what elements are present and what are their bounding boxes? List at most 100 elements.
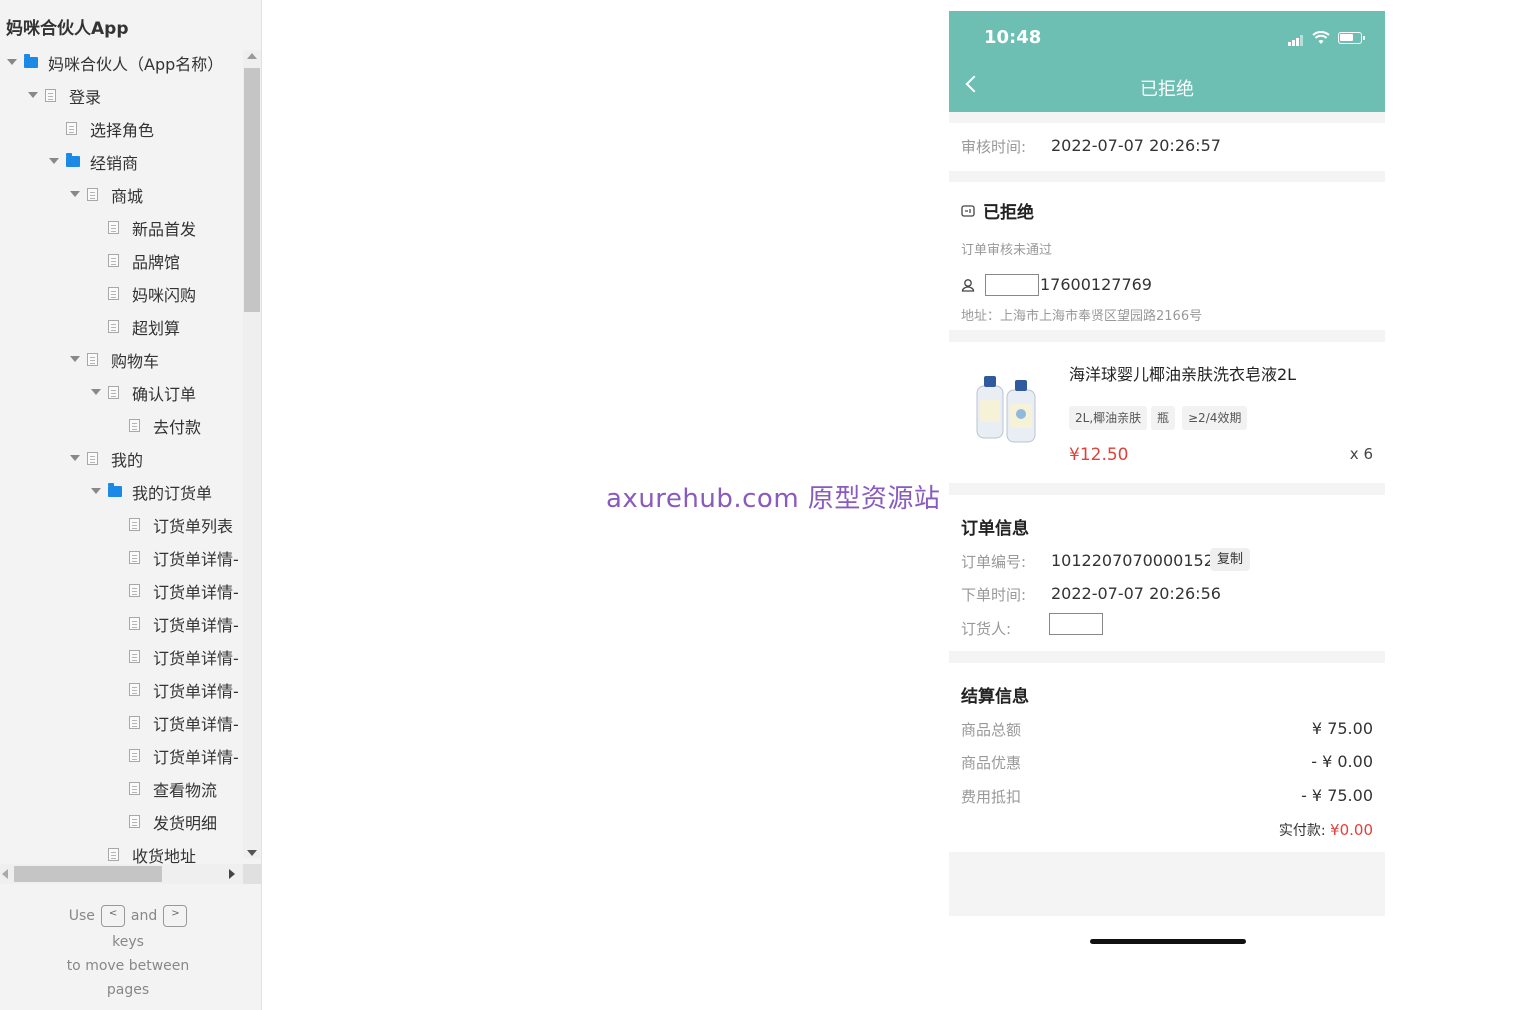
audit-time-card: 审核时间: 2022-07-07 20:26:57 [949,123,1385,171]
expand-caret-icon[interactable] [6,46,18,79]
vertical-scrollbar[interactable] [243,50,261,858]
sitemap-item-label: 我的 [111,450,144,470]
sitemap-item[interactable]: 订货单详情- [111,706,239,739]
product-image [976,376,1036,443]
sitemap-item[interactable]: 订货单详情- [111,673,239,706]
wifi-icon [1312,31,1330,44]
order-info-card: 订单信息 订单编号: 10122070700001528 复制 下单时间: 20… [949,495,1385,651]
sitemap-item[interactable]: 妈咪合伙人（App名称） [6,46,223,79]
sitemap-item-label: 订货单详情- [153,648,239,668]
horizontal-scrollbar[interactable] [0,864,243,884]
battery-icon [1338,32,1365,44]
expand-caret-icon[interactable] [27,79,39,112]
page-icon [129,419,140,432]
page-icon [129,584,140,597]
help-line4-text: pages [106,982,150,998]
page-icon [129,716,140,729]
page-icon [108,320,119,333]
sitemap-item[interactable]: 订货单详情- [111,574,239,607]
orderer-field[interactable] [1049,613,1103,635]
paid-label: 实付款: [1278,823,1326,839]
sitemap-item-label: 商城 [111,186,144,206]
recipient-name-field[interactable] [985,274,1039,296]
sitemap-item[interactable]: 发货明细 [111,805,217,838]
sitemap-item-label: 订货单列表 [153,516,234,536]
horizontal-scroll-thumb[interactable] [14,866,162,882]
product-tag-validity: ≥2/4效期 [1182,406,1248,430]
sitemap-tree: 妈咪合伙人（App名称） 登录选择角色经销商商城新品首发 品牌馆 妈咪闪购 超划算购物车… [0,46,243,866]
vertical-scroll-thumb[interactable] [244,68,260,312]
folder-icon [108,483,122,497]
sitemap-item[interactable]: 选择角色 [48,112,154,145]
sitemap-item[interactable]: 购物车 [69,343,159,376]
sitemap-item[interactable]: 去付款 [111,409,201,442]
sitemap-item[interactable]: 订货单详情- [111,541,239,574]
next-key-icon: > [163,905,188,927]
sitemap-item[interactable]: 超划算 [90,310,180,343]
sitemap-item[interactable]: 经销商 [48,145,138,178]
settle-label-total: 商品总额 [961,721,1022,739]
order-no-label: 订单编号: [961,553,1027,571]
sitemap-item[interactable]: 登录 [27,79,101,112]
sitemap-item[interactable]: 确认订单 [90,376,196,409]
expand-caret-icon[interactable] [90,475,102,508]
sitemap-item[interactable]: 商城 [69,178,143,211]
sitemap-item[interactable]: 订货单详情- [111,607,239,640]
scroll-down-arrow-icon[interactable] [247,850,257,856]
scroll-up-arrow-icon[interactable] [247,53,257,59]
expand-caret-icon[interactable] [69,343,81,376]
page-icon [129,782,140,795]
prev-key-icon: < [100,905,125,927]
sitemap-item-label: 订货单详情- [153,681,239,701]
recipient-address: 地址：上海市上海市奉贤区望园路2166号 [961,309,1203,324]
page-icon [87,353,98,366]
settlement-title: 结算信息 [961,687,1029,707]
settle-label-discount: 商品优惠 [961,754,1022,772]
user-icon [961,279,975,292]
sitemap-item[interactable]: 品牌馆 [90,244,180,277]
sitemap-item[interactable]: 新品首发 [90,211,196,244]
sitemap-item-label: 购物车 [111,351,160,371]
sitemap-item-label: 确认订单 [132,384,197,404]
product-price: ¥12.50 [1069,445,1129,465]
page-icon [129,683,140,696]
sitemap-item[interactable]: 订货单详情- [111,739,239,772]
expand-caret-icon[interactable] [69,442,81,475]
status-subtitle: 订单审核未通过 [961,243,1053,258]
product-name: 海洋球婴儿椰油亲肤洗衣皂液2L [1069,365,1297,384]
sitemap-item[interactable]: 我的订货单 [90,475,212,508]
sitemap-item-label: 妈咪合伙人（App名称） [48,54,224,74]
orderer-label: 订货人: [961,620,1012,638]
expand-caret-icon[interactable] [90,376,102,409]
page-icon [108,221,119,234]
sitemap-item[interactable]: 收货地址 [90,838,196,866]
scroll-left-arrow-icon[interactable] [2,869,8,879]
sitemap-item-label: 经销商 [90,153,139,173]
expand-caret-icon[interactable] [69,178,81,211]
help-and-text: and [130,908,158,924]
order-no-value: 10122070700001528 [1051,551,1225,570]
copy-order-no-button[interactable]: 复制 [1210,548,1251,571]
sitemap-item[interactable]: 订货单详情- [111,640,239,673]
scroll-right-arrow-icon[interactable] [229,869,235,879]
watermark-text: axurehub.com 原型资源站 [606,484,941,514]
page-icon [87,188,98,201]
sitemap-item-label: 发货明细 [153,813,218,833]
sitemap-item[interactable]: 妈咪闪购 [90,277,196,310]
sitemap-item-label: 去付款 [153,417,202,437]
paid-value: ¥0.00 [1330,821,1373,839]
sitemap-item[interactable]: 订货单列表 [111,508,233,541]
expand-caret-icon[interactable] [48,145,60,178]
sitemap-item[interactable]: 查看物流 [111,772,217,805]
sitemap-item-label: 订货单详情- [153,714,239,734]
sitemap-item[interactable]: 我的 [69,442,143,475]
page-icon [108,254,119,267]
sitemap-item-label: 登录 [69,87,102,107]
